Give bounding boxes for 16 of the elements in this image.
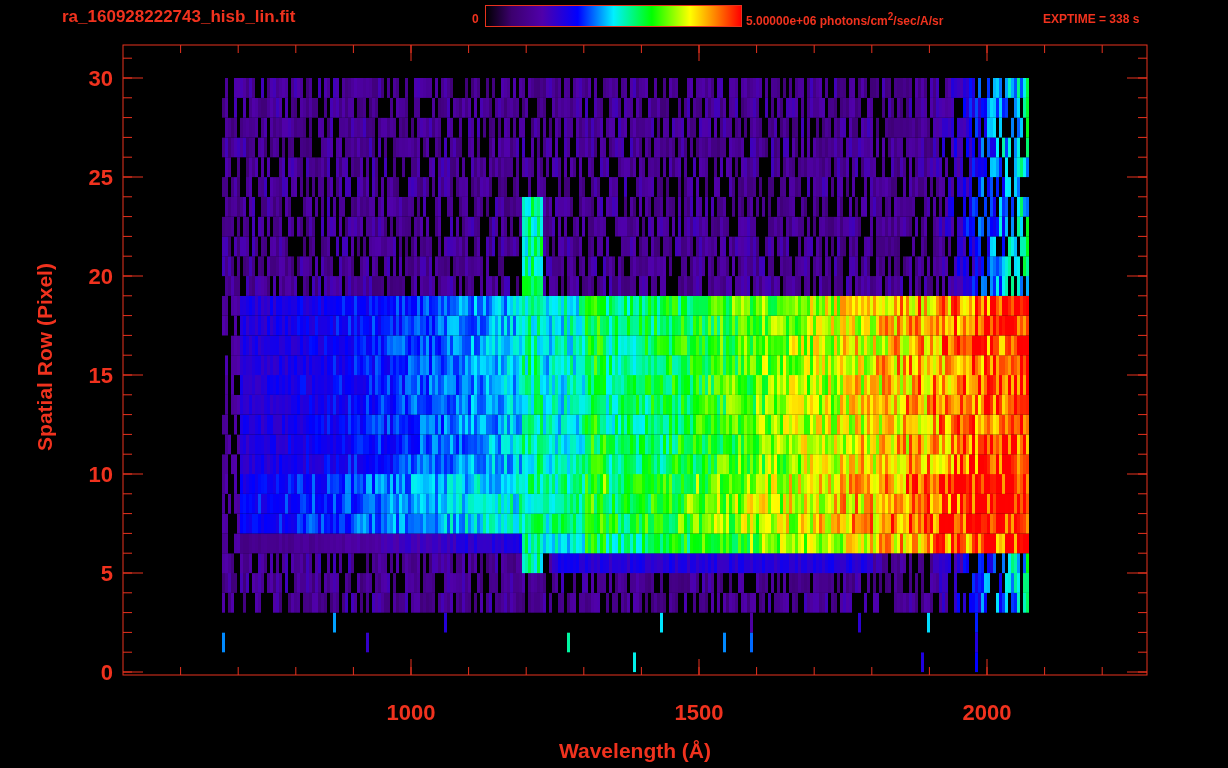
y-tick-label: 15 xyxy=(88,363,113,388)
y-tick-label: 25 xyxy=(88,165,113,190)
y-tick-label: 20 xyxy=(88,264,113,289)
y-tick-label: 30 xyxy=(88,66,113,91)
x-tick-label: 2000 xyxy=(962,700,1012,725)
file-title: ra_160928222743_hisb_lin.fit xyxy=(62,7,296,27)
y-tick-label: 0 xyxy=(100,660,113,685)
x-tick-label: 1000 xyxy=(386,700,436,725)
exposure-time: EXPTIME = 338 s xyxy=(1043,12,1140,26)
x-axis-label: Wavelength (Å) xyxy=(558,739,712,762)
colorbar-min-label: 0 xyxy=(472,12,479,26)
colorbar-max-label: 5.00000e+06 photons/cm$^{2}$/sec/A/sr xyxy=(746,11,944,28)
y-tick-label: 5 xyxy=(100,561,113,586)
x-tick-label: 1500 xyxy=(674,700,724,725)
y-axis-label: Spatial Row (Pixel) xyxy=(33,263,56,451)
y-tick-label: 10 xyxy=(88,462,113,487)
